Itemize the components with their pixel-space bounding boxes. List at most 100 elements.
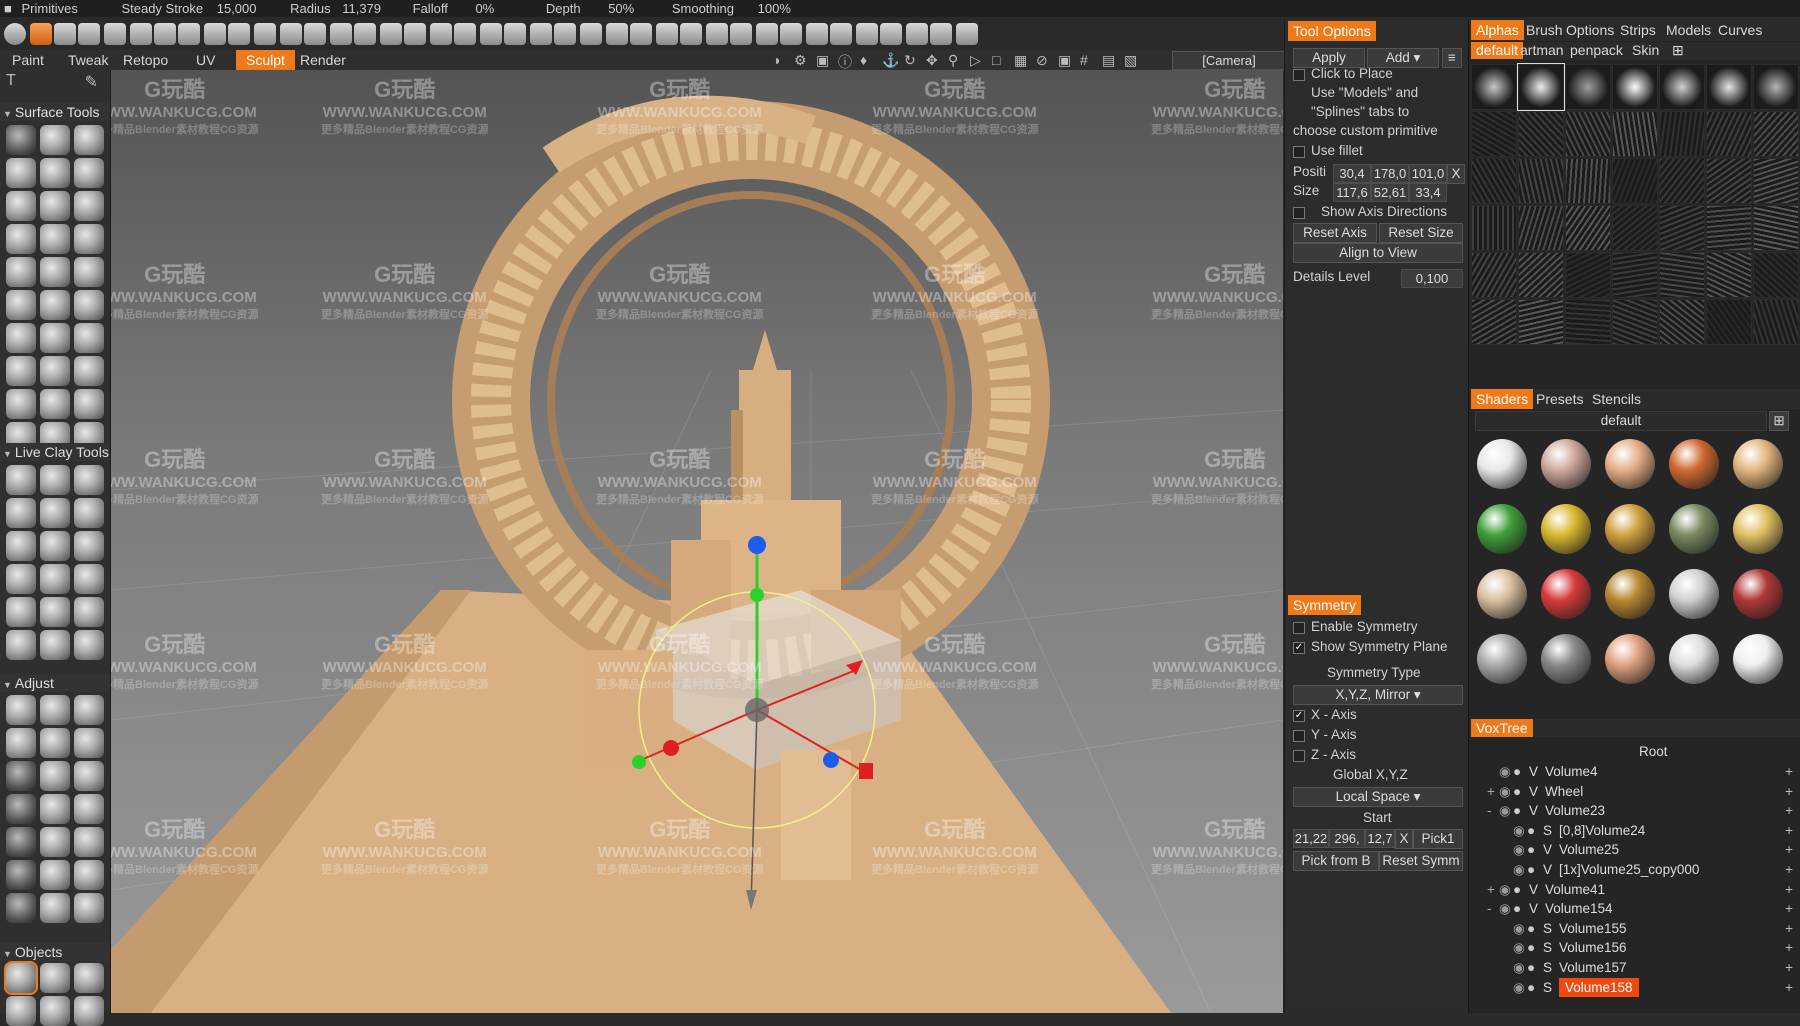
alpha-set-artman[interactable]: artman [1515,42,1569,59]
shader-ball-1-3[interactable] [1669,504,1719,554]
alpha-thumb-5-5[interactable] [1706,299,1752,345]
alpha-thumb-4-4[interactable] [1659,252,1705,298]
ghost-toggle-icon[interactable]: ● [1513,762,1521,781]
alpha-thumb-4-3[interactable] [1612,252,1658,298]
3d-viewport[interactable]: G玩酷WWW.WANKUCG.COM更多精品Blender素材教程CG资源G玩酷… [111,70,1283,1013]
clay-tool-2-0[interactable] [6,531,36,561]
image-icon[interactable]: ▣ [816,52,829,69]
alpha-thumb-0-0[interactable] [1471,64,1517,110]
clay-tool-4-2[interactable] [74,597,104,627]
click-to-place-check[interactable] [1293,69,1305,81]
plane-primitive-icon[interactable] [554,23,576,45]
visibility-eye-icon[interactable]: ◉ [1499,801,1511,820]
symmetry-type-select[interactable]: X,Y,Z, Mirror ▾ [1293,685,1463,705]
surface-tool-8-2[interactable] [74,389,104,419]
cylinder-primitive-icon[interactable] [78,23,100,45]
visibility-eye-icon[interactable]: ◉ [1513,938,1525,957]
falloff-value[interactable]: 0% [475,0,494,17]
voxtree-row[interactable]: ◉ ● S [0,8]Volume24 + [1469,821,1799,840]
adjust-tool-5-0[interactable] [6,860,36,890]
adjust-tool-0-0[interactable] [6,695,36,725]
position-y[interactable]: 178,0 [1371,164,1409,183]
surface-tool-7-0[interactable] [6,356,36,386]
details-level-value[interactable]: 0,100 [1401,269,1463,288]
alpha-set-skin[interactable]: Skin [1627,42,1664,59]
surface-tool-8-1[interactable] [40,389,70,419]
capsule-primitive-icon[interactable] [54,23,76,45]
pen-icon[interactable]: ✎ [85,72,98,92]
adjust-tool-3-0[interactable] [6,794,36,824]
alpha-thumb-2-2[interactable] [1565,158,1611,204]
alpha-thumb-1-0[interactable] [1471,111,1517,157]
ghost-toggle-icon[interactable]: ● [1513,782,1521,801]
alpha-set-penpack[interactable]: penpack [1565,42,1628,59]
adjust-tool-1-1[interactable] [40,728,70,758]
voxtree-row[interactable]: - ◉ ● V Volume23 + [1469,801,1799,820]
shader-ball-0-2[interactable] [1605,439,1655,489]
visibility-eye-icon[interactable]: ◉ [1513,978,1525,997]
use-fillet-check[interactable] [1293,146,1305,158]
position-x[interactable]: 30,4 [1333,164,1371,183]
ghost-toggle-icon[interactable]: ● [1513,880,1521,899]
room-uv[interactable]: UV [196,50,215,70]
enable-symmetry-check[interactable] [1293,622,1305,634]
adjust-tool-4-0[interactable] [6,827,36,857]
reset-symm-button[interactable]: Reset Symm [1379,851,1463,871]
surface-tool-1-2[interactable] [74,158,104,188]
objects-tool-0-0[interactable] [4,961,38,995]
shader-ball-2-1[interactable] [1541,569,1591,619]
voxtree-row[interactable]: ◉ ● V Volume4 + [1469,762,1799,781]
tab-presets[interactable]: Presets [1531,389,1588,409]
smoothing-value[interactable]: 100% [758,0,791,17]
surface-tool-4-0[interactable] [6,257,36,287]
objects-tool-1-0[interactable] [6,996,36,1026]
steady-stroke-value[interactable]: 15,000 [217,0,257,17]
alpha-thumb-5-3[interactable] [1612,299,1658,345]
section-surface-tools[interactable]: ▼ Surface Tools [0,103,110,121]
falloff-label[interactable]: Falloff [413,0,448,17]
clay-tool-5-2[interactable] [74,630,104,660]
reset-size-button[interactable]: Reset Size [1379,223,1463,243]
leaf-primitive-icon[interactable] [756,23,778,45]
surface-tool-7-1[interactable] [40,356,70,386]
shader-ball-3-2[interactable] [1605,634,1655,684]
size-x[interactable]: 117,6 [1333,183,1371,202]
surface-tool-4-2[interactable] [74,257,104,287]
tab-options[interactable]: Options [1561,20,1619,40]
objects-tool-0-1[interactable] [40,963,70,993]
drop-primitive-icon[interactable] [730,23,752,45]
rotate-icon[interactable]: ↻ [904,52,916,69]
alpha-thumb-5-4[interactable] [1659,299,1705,345]
smoothing-label[interactable]: Smoothing [672,0,734,17]
info-icon[interactable]: ⓘ [838,52,852,72]
ball-primitive-icon[interactable] [856,23,878,45]
pick-from-button[interactable]: Pick from B [1293,851,1379,871]
cup-primitive-icon[interactable] [330,23,352,45]
disk-primitive-icon[interactable] [580,23,602,45]
visibility-eye-icon[interactable]: ◉ [1499,880,1511,899]
alpha-thumb-3-6[interactable] [1753,205,1799,251]
alpha-thumb-4-5[interactable] [1706,252,1752,298]
curve-primitive-icon[interactable] [280,23,302,45]
ghost-toggle-icon[interactable]: ● [1527,938,1535,957]
ghost-toggle-icon[interactable]: ● [1527,958,1535,977]
position-z[interactable]: 101,0 [1409,164,1447,183]
torus-primitive-icon[interactable] [430,23,452,45]
surface-tool-2-1[interactable] [40,191,70,221]
alpha-thumb-5-0[interactable] [1471,299,1517,345]
camera-select[interactable]: [Camera] [1172,51,1286,70]
surface-tool-3-1[interactable] [40,224,70,254]
shader-ball-1-4[interactable] [1733,504,1783,554]
anchor-icon[interactable]: ⚓ [882,52,899,69]
clay-tool-0-2[interactable] [74,465,104,495]
surface-tool-1-1[interactable] [40,158,70,188]
surface-tool-5-2[interactable] [74,290,104,320]
room-render[interactable]: Render [300,50,346,70]
add-layer-icon[interactable]: + [1785,880,1793,899]
radius-label[interactable]: Radius [290,0,330,17]
fit-icon[interactable]: ▦ [1014,52,1027,69]
alpha-thumb-4-1[interactable] [1518,252,1564,298]
prism-primitive-icon[interactable] [504,23,526,45]
grid-icon[interactable]: # [1080,52,1088,68]
voxtree-row[interactable]: ◉ ● S Volume156 + [1469,938,1799,957]
